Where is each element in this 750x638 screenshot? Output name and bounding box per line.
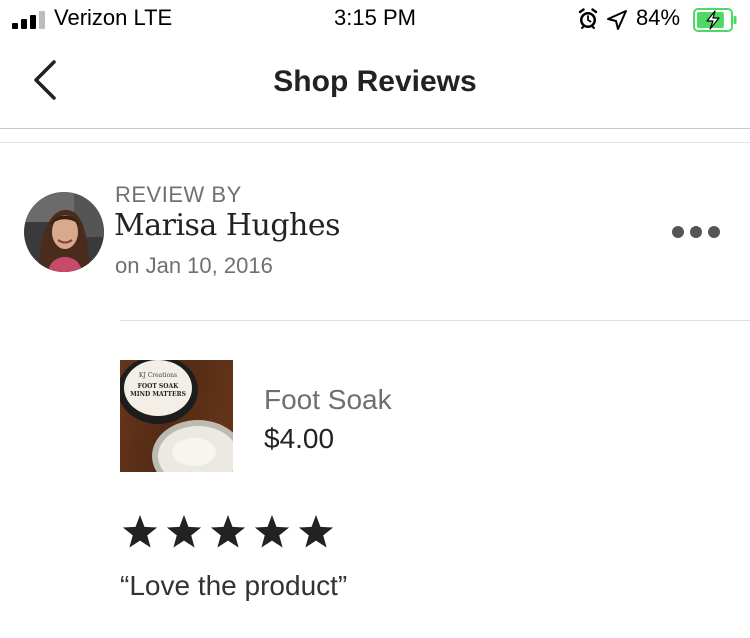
star-rating <box>122 515 334 548</box>
battery-percentage: 84% <box>636 5 681 30</box>
battery-charging-icon <box>693 8 737 32</box>
star-icon <box>122 515 158 548</box>
jar-label-brand: KJ Creations <box>139 372 177 379</box>
status-bar: Verizon LTE 3:15 PM 84% <box>0 0 750 40</box>
review-date: on Jan 10, 2016 <box>115 253 273 278</box>
alarm-icon <box>578 8 598 29</box>
navigation-bar: Shop Reviews <box>0 40 750 129</box>
star-icon <box>210 515 246 548</box>
product-name[interactable]: Foot Soak <box>264 384 392 416</box>
star-icon <box>254 515 290 548</box>
page-title: Shop Reviews <box>273 65 477 98</box>
jar-label-variant: MIND MATTERS <box>130 391 186 398</box>
more-horizontal-icon[interactable] <box>668 218 724 246</box>
header-divider <box>0 142 750 143</box>
product-thumbnail[interactable]: KJ Creations FOOT SOAK MIND MATTERS <box>120 360 233 472</box>
star-icon <box>166 515 202 548</box>
reviewer-name[interactable]: Marisa Hughes <box>114 208 341 243</box>
reviewer-avatar[interactable] <box>24 192 104 272</box>
review-by-label: REVIEW BY <box>115 182 242 207</box>
star-icon <box>298 515 334 548</box>
product-price: $4.00 <box>264 423 335 454</box>
review-text: “Love the product” <box>120 570 348 601</box>
location-arrow-icon <box>607 10 627 30</box>
jar-label-product: FOOT SOAK <box>138 383 179 390</box>
review-divider <box>120 320 750 321</box>
